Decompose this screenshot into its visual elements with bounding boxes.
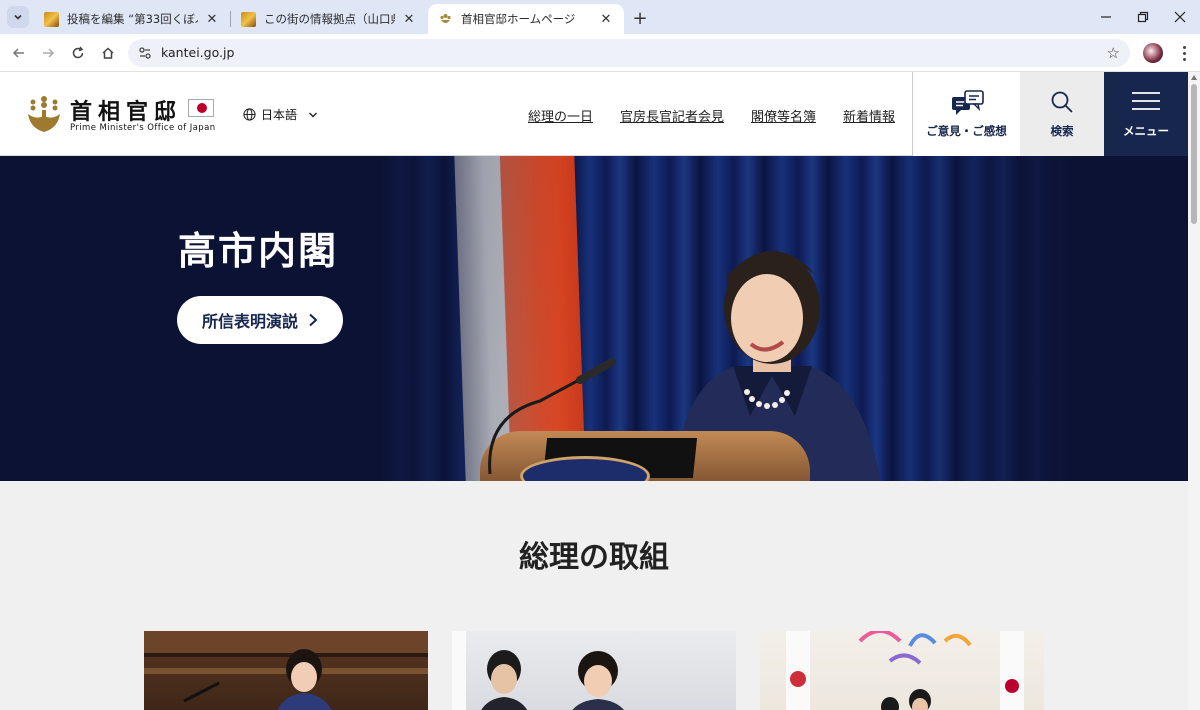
profile-avatar[interactable] [1143, 43, 1163, 63]
reload-button[interactable] [67, 42, 89, 64]
back-button[interactable] [8, 42, 30, 64]
forward-button[interactable] [37, 42, 59, 64]
browser-toolbar: kantei.go.jp ☆ [0, 34, 1200, 72]
language-selector[interactable]: 日本語 [243, 106, 318, 123]
address-bar[interactable]: kantei.go.jp ☆ [128, 39, 1130, 67]
browser-menu-button[interactable] [1176, 43, 1192, 63]
arrow-right-icon [43, 48, 55, 58]
menu-button[interactable]: メニュー [1104, 72, 1188, 156]
initiative-card-1[interactable] [144, 631, 428, 710]
site-settings-icon[interactable] [138, 46, 152, 60]
kantei-favicon-icon [438, 12, 453, 27]
site-logo[interactable]: 首相官邸 Prime Minister's Office of Japan [24, 94, 224, 136]
card-image [786, 631, 1024, 710]
card-image [452, 631, 624, 710]
nav-pm-daily[interactable]: 総理の一日 [528, 106, 593, 125]
nav-whats-new[interactable]: 新着情報 [843, 106, 895, 125]
arrow-left-icon [12, 48, 24, 58]
search-icon [1051, 91, 1073, 113]
hero-banner: 高市内閣 所信表明演説 [0, 156, 1188, 481]
page-viewport: 首相官邸 Prime Minister's Office of Japan 日本… [0, 72, 1188, 710]
minimize-button[interactable] [1094, 6, 1118, 28]
tab-kantei[interactable]: 首相官邸ホームページ ✕ [428, 4, 624, 34]
menu-label: メニュー [1123, 124, 1169, 138]
initiative-card-2[interactable] [452, 631, 736, 710]
reload-icon [72, 46, 84, 59]
tab-city-info[interactable]: この街の情報拠点（山口県）| 地 ✕ [231, 4, 427, 34]
minimize-icon [1101, 16, 1111, 18]
chevron-down-icon [309, 112, 318, 117]
nav-chief-cabinet-secretary[interactable]: 官房長官記者会見 [620, 106, 724, 125]
card-image [144, 631, 428, 710]
hamburger-icon [1132, 92, 1160, 110]
search-label: 検索 [1050, 124, 1074, 138]
tab-title: この街の情報拠点（山口県）| 地 [264, 12, 395, 26]
scroll-up-icon[interactable] [1191, 75, 1197, 80]
initiative-card-3[interactable] [760, 631, 1044, 710]
feedback-button[interactable]: ご意見・ご感想 [912, 72, 1020, 156]
policy-speech-label: 所信表明演説 [201, 312, 298, 331]
chat-bubbles-icon [952, 90, 984, 115]
hero-fade-right [900, 156, 1188, 481]
restore-button[interactable] [1131, 6, 1155, 28]
close-window-button[interactable] [1168, 6, 1192, 28]
close-icon [1174, 11, 1186, 23]
logo-title-jp: 首相官邸 [70, 99, 183, 125]
blog-favicon-icon [44, 11, 59, 27]
logo-title-en: Prime Minister's Office of Japan [70, 123, 216, 133]
close-icon[interactable]: ✕ [401, 11, 417, 27]
restore-icon [1137, 11, 1149, 23]
url-text: kantei.go.jp [161, 45, 235, 60]
home-icon [102, 47, 114, 59]
bookmark-star-icon[interactable]: ☆ [1107, 44, 1120, 62]
policy-speech-button[interactable]: 所信表明演説 [177, 296, 343, 344]
search-button[interactable]: 検索 [1020, 72, 1104, 156]
nav-cabinet-list[interactable]: 閣僚等名簿 [751, 106, 816, 125]
new-tab-button[interactable]: + [630, 8, 650, 29]
tab-title: 首相官邸ホームページ [461, 12, 576, 26]
tab-search-button[interactable] [7, 6, 29, 28]
globe-icon [243, 108, 256, 121]
hero-title: 高市内閣 [178, 229, 339, 273]
feedback-label: ご意見・ご感想 [926, 124, 1007, 138]
tab-title: 投稿を編集 “第33回くぼふるさとま [67, 12, 198, 26]
chevron-right-icon [309, 313, 318, 327]
blog-favicon-icon [241, 11, 256, 27]
tab-strip: 投稿を編集 “第33回くぼふるさとま ✕ この街の情報拠点（山口県）| 地 ✕ … [0, 0, 1200, 34]
page-scrollbar[interactable] [1188, 72, 1200, 710]
japan-flag-icon [188, 99, 214, 117]
chevron-down-icon [14, 14, 22, 20]
microphone-image [488, 358, 616, 475]
close-icon[interactable]: ✕ [204, 11, 220, 27]
language-label: 日本語 [261, 108, 298, 122]
scrollbar-thumb[interactable] [1191, 84, 1197, 224]
paulownia-crest-icon [28, 96, 60, 132]
tab-blog-edit[interactable]: 投稿を編集 “第33回くぼふるさとま ✕ [34, 4, 230, 34]
home-button[interactable] [97, 42, 119, 64]
section-title: 総理の取組 [519, 540, 669, 575]
close-icon[interactable]: ✕ [598, 11, 614, 27]
site-header: 首相官邸 Prime Minister's Office of Japan 日本… [0, 72, 1188, 156]
